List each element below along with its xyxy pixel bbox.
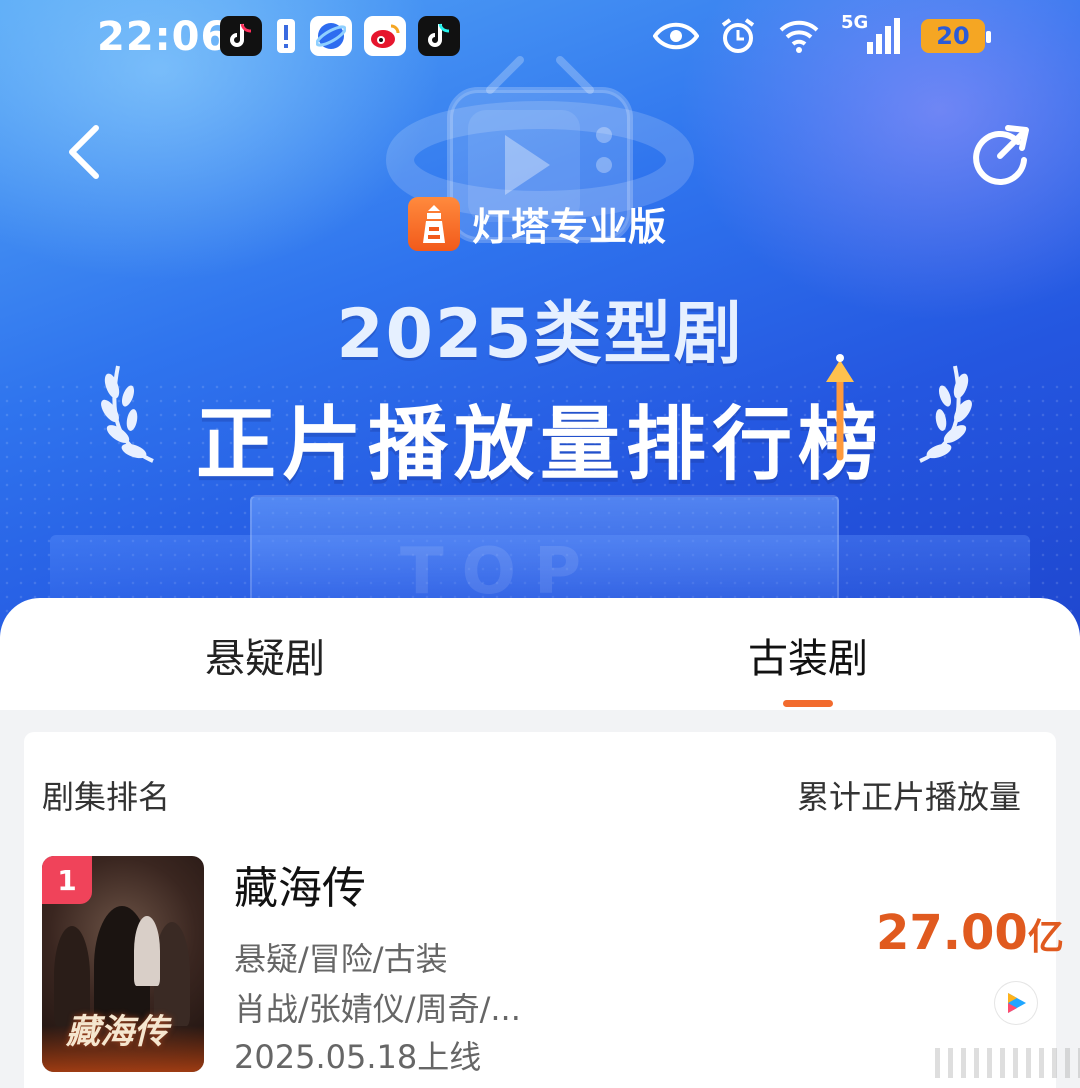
brand-name: 灯塔专业版 <box>472 205 668 249</box>
column-header-rank: 剧集排名 <box>42 778 171 816</box>
poster-figure <box>134 916 160 986</box>
alarm-icon <box>721 18 755 53</box>
lighthouse-logo-icon <box>408 196 460 251</box>
signal-icon: 5G <box>841 12 901 56</box>
genre-tabs: 悬疑剧 古装剧 <box>0 598 1080 710</box>
status-time: 22:06 <box>97 14 230 60</box>
play-count-value: 27.00 <box>876 905 1028 961</box>
show-title[interactable]: 藏海传 <box>234 852 366 916</box>
tiktok-icon <box>418 16 460 56</box>
column-header-plays: 累计正片播放量 <box>797 778 1022 816</box>
show-genres: 悬疑/冒险/古装 <box>234 940 448 978</box>
chevron-left-icon <box>69 125 99 179</box>
youku-icon[interactable] <box>995 982 1037 1024</box>
brand: 灯塔专业版 <box>408 196 667 251</box>
tiktok-icon <box>220 16 262 56</box>
alert-icon <box>274 16 298 56</box>
back-button[interactable] <box>60 122 108 182</box>
show-cast: 肖战/张婧仪/周奇/... <box>234 990 521 1028</box>
wifi-icon <box>779 20 819 53</box>
active-tab-indicator <box>783 700 833 707</box>
weibo-icon <box>364 16 406 56</box>
system-icons: 5G 20 <box>653 12 991 56</box>
status-bar: 22:06 5G 20 <box>0 0 1080 80</box>
notification-icons <box>220 16 460 56</box>
tab-costume[interactable]: 古装剧 <box>748 626 868 684</box>
share-button[interactable] <box>970 122 1034 186</box>
laurel-right-icon <box>919 365 972 463</box>
browser-icon <box>310 16 352 56</box>
share-icon <box>973 125 1029 185</box>
rising-arrow-icon <box>826 354 854 461</box>
rank-badge: 1 <box>42 856 92 904</box>
show-release-date: 2025.05.18上线 <box>234 1038 482 1076</box>
battery-icon: 20 <box>921 19 991 53</box>
poster-title-text: 藏海传 <box>66 1012 168 1052</box>
eye-icon <box>653 22 699 50</box>
watermark-bars <box>935 1048 1080 1078</box>
play-count-unit: 亿 <box>1027 917 1064 958</box>
tab-suspense[interactable]: 悬疑剧 <box>205 626 325 684</box>
play-count: 27.00亿 <box>876 905 1064 961</box>
